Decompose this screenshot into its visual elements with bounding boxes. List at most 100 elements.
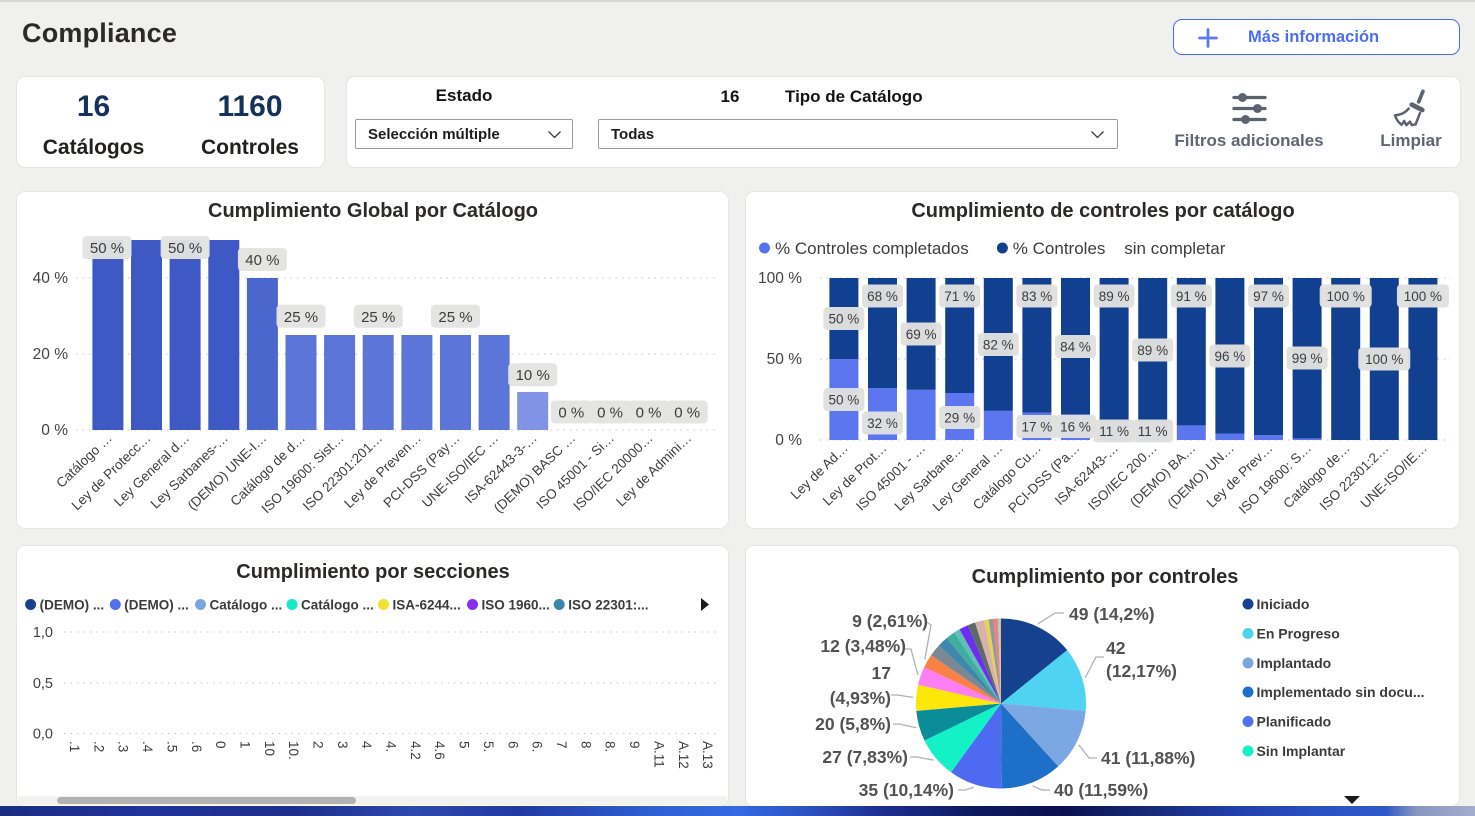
svg-text:A.13: A.13 (700, 741, 715, 769)
svg-text:50 %: 50 % (767, 351, 803, 368)
svg-text:4: 4 (359, 741, 374, 749)
svg-text:Catálogo Cu…: Catálogo Cu… (970, 440, 1044, 512)
svg-text:29 %: 29 % (944, 411, 975, 426)
svg-text:5.: 5. (481, 741, 496, 752)
svg-text:6: 6 (505, 741, 520, 749)
svg-text:25 %: 25 % (361, 309, 395, 326)
svg-text:Cumplimiento por controles: Cumplimiento por controles (972, 566, 1239, 588)
svg-text:Iniciado: Iniciado (1257, 596, 1310, 612)
svg-text:50 %: 50 % (829, 393, 860, 408)
svg-text:40 (11,59%): 40 (11,59%) (1054, 780, 1148, 800)
svg-text:Catálogo ...: Catálogo ... (210, 598, 283, 613)
svg-text:En Progreso: En Progreso (1257, 626, 1340, 642)
svg-text:20 (5,8%): 20 (5,8%) (815, 714, 891, 734)
svg-text:83 %: 83 % (1022, 289, 1053, 304)
svg-text:10.: 10. (286, 741, 301, 760)
svg-text:12 (3,48%): 12 (3,48%) (820, 636, 906, 656)
svg-text:68 %: 68 % (867, 289, 898, 304)
svg-text:7: 7 (554, 741, 569, 749)
svg-text:97 %: 97 % (1253, 289, 1284, 304)
svg-text:.2: .2 (91, 741, 106, 752)
svg-text:25 %: 25 % (284, 309, 318, 326)
svg-text:9: 9 (627, 741, 642, 749)
svg-text:ISO 22301:2…: ISO 22301:2… (1317, 440, 1392, 513)
svg-text:ISO 22301:...: ISO 22301:... (568, 598, 648, 613)
svg-text:50 %: 50 % (168, 240, 202, 257)
svg-text:2: 2 (311, 741, 326, 749)
svg-text:49 (14,2%): 49 (14,2%) (1069, 604, 1155, 624)
svg-text:Cumplimiento por secciones: Cumplimiento por secciones (236, 561, 509, 583)
svg-text:0 %: 0 % (597, 405, 623, 422)
svg-text:0,5: 0,5 (33, 676, 53, 692)
svg-text:9 (2,61%): 9 (2,61%) (852, 611, 928, 631)
svg-text:Catálogo ...: Catálogo ... (301, 598, 374, 613)
svg-text:17 %: 17 % (1022, 420, 1053, 435)
svg-text:% Controles completados: % Controles completados (775, 239, 969, 258)
svg-text:ISO/IEC 200…: ISO/IEC 200… (1085, 440, 1160, 513)
svg-text:8: 8 (578, 741, 593, 749)
svg-text:.5: .5 (164, 741, 179, 752)
svg-text:1,0: 1,0 (33, 625, 53, 641)
svg-text:10 %: 10 % (516, 367, 550, 384)
svg-text:Catálogo de…: Catálogo de… (1280, 440, 1353, 511)
svg-text:17: 17 (872, 663, 891, 683)
svg-text:0 %: 0 % (558, 405, 584, 422)
svg-text:11 %: 11 % (1099, 424, 1129, 439)
svg-text:100 %: 100 % (1365, 352, 1403, 367)
svg-text:4.: 4. (384, 741, 399, 752)
svg-text:27 (7,83%): 27 (7,83%) (822, 747, 908, 767)
svg-text:89 %: 89 % (1099, 289, 1130, 304)
svg-text:.6: .6 (189, 741, 204, 752)
svg-text:ISA-6244...: ISA-6244... (393, 598, 461, 613)
svg-text:99 %: 99 % (1292, 351, 1323, 366)
svg-text:5: 5 (457, 741, 472, 749)
svg-text:% Controles sin completar: % Controles sin completar (1013, 239, 1226, 258)
svg-text:42: 42 (1106, 638, 1126, 658)
svg-text:50 %: 50 % (90, 240, 124, 257)
svg-text:8.: 8. (603, 741, 618, 752)
svg-text:ISO 1960...: ISO 1960... (482, 598, 550, 613)
svg-text:40 %: 40 % (245, 252, 279, 269)
svg-text:(DEMO) UN…: (DEMO) UN… (1165, 440, 1237, 511)
svg-text:0 %: 0 % (41, 422, 68, 439)
svg-text:.3: .3 (116, 741, 131, 752)
svg-text:82 %: 82 % (983, 338, 1014, 353)
svg-text:0 %: 0 % (775, 432, 802, 449)
svg-text:0,0: 0,0 (33, 727, 53, 743)
svg-text:11 %: 11 % (1138, 424, 1168, 439)
svg-text:40 %: 40 % (33, 270, 69, 287)
svg-text:0 %: 0 % (674, 405, 700, 422)
svg-text:A.11: A.11 (651, 741, 666, 768)
svg-text:20 %: 20 % (33, 346, 69, 363)
svg-text:Planificado: Planificado (1257, 714, 1332, 730)
svg-text:69 %: 69 % (906, 327, 937, 342)
svg-text:100 %: 100 % (1404, 289, 1442, 304)
svg-text:(DEMO) ...: (DEMO) ... (124, 598, 189, 613)
svg-text:25 %: 25 % (438, 309, 472, 326)
svg-text:3: 3 (335, 741, 350, 749)
svg-text:4.2: 4.2 (408, 741, 423, 760)
svg-text:71 %: 71 % (944, 289, 975, 304)
svg-text:89 %: 89 % (1137, 343, 1168, 358)
svg-text:.4: .4 (140, 741, 155, 753)
svg-text:10: 10 (262, 741, 277, 756)
svg-text:(DEMO) ...: (DEMO) ... (40, 598, 105, 613)
svg-text:32 %: 32 % (867, 416, 898, 431)
svg-text:100 %: 100 % (1327, 289, 1365, 304)
svg-text:100 %: 100 % (758, 270, 802, 287)
svg-text:(12,17%): (12,17%) (1106, 661, 1177, 681)
svg-text:(4,93%): (4,93%) (830, 688, 891, 708)
svg-text:Cumplimiento Global por Catálo: Cumplimiento Global por Catálogo (208, 200, 538, 222)
svg-text:41 (11,88%): 41 (11,88%) (1101, 748, 1195, 768)
svg-text:35 (10,14%): 35 (10,14%) (859, 780, 954, 800)
svg-text:UNE-ISO/IE…: UNE-ISO/IE… (1358, 440, 1430, 511)
svg-text:91 %: 91 % (1176, 289, 1207, 304)
svg-text:0 %: 0 % (636, 405, 662, 422)
svg-text:50 %: 50 % (829, 312, 860, 327)
svg-text:84 %: 84 % (1060, 340, 1091, 355)
svg-text:Sin Implantar: Sin Implantar (1257, 743, 1346, 759)
svg-text:16 %: 16 % (1060, 420, 1091, 435)
svg-text:A.12: A.12 (676, 741, 691, 769)
svg-text:Implantado: Implantado (1257, 655, 1332, 671)
svg-text:6.: 6. (530, 741, 545, 752)
